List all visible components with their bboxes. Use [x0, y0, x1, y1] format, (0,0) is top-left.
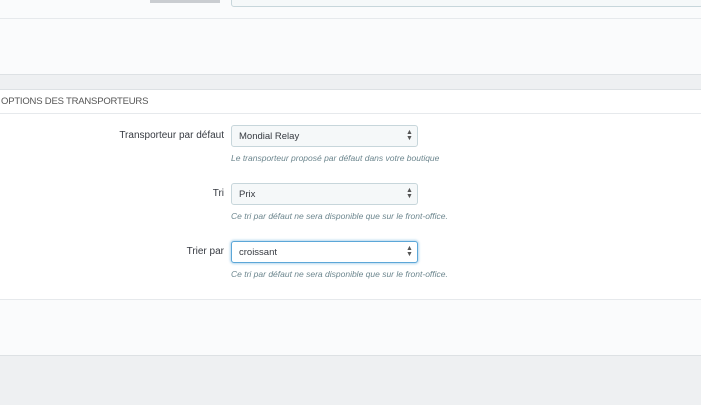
sort-order-label: Trier par — [186, 246, 224, 257]
sort-help: Ce tri par défaut ne sera disponible que… — [231, 211, 448, 221]
sort-label: Tri — [212, 188, 224, 199]
panel-heading: OPTIONS DES TRANSPORTEURS — [0, 90, 701, 114]
previous-field-input[interactable] — [231, 0, 701, 7]
panel-footer — [0, 300, 701, 355]
updown-caret-icon: ▲ ▼ — [406, 129, 413, 142]
sort-order-select[interactable]: croissant ▲ ▼ — [231, 241, 418, 263]
carrier-options-panel: OPTIONS DES TRANSPORTEURS Transporteur p… — [0, 89, 701, 356]
sort-select[interactable]: Prix ▲ ▼ — [231, 183, 418, 205]
default-carrier-value: Mondial Relay — [239, 131, 300, 142]
default-carrier-select[interactable]: Mondial Relay ▲ ▼ — [231, 125, 418, 147]
sort-order-value: croissant — [239, 247, 278, 258]
default-carrier-label: Transporteur par défaut — [119, 130, 224, 141]
updown-caret-icon: ▲ ▼ — [406, 187, 413, 200]
default-carrier-help: Le transporteur proposé par défaut dans … — [231, 153, 440, 163]
previous-form-row — [0, 0, 701, 19]
previous-field-label — [140, 0, 220, 3]
updown-caret-icon: ▲ ▼ — [406, 245, 413, 258]
previous-panel — [0, 0, 701, 75]
panel-body: Transporteur par défaut Mondial Relay ▲ ▼… — [0, 114, 701, 300]
sort-value: Prix — [239, 189, 256, 200]
sort-order-help: Ce tri par défaut ne sera disponible que… — [231, 269, 448, 279]
